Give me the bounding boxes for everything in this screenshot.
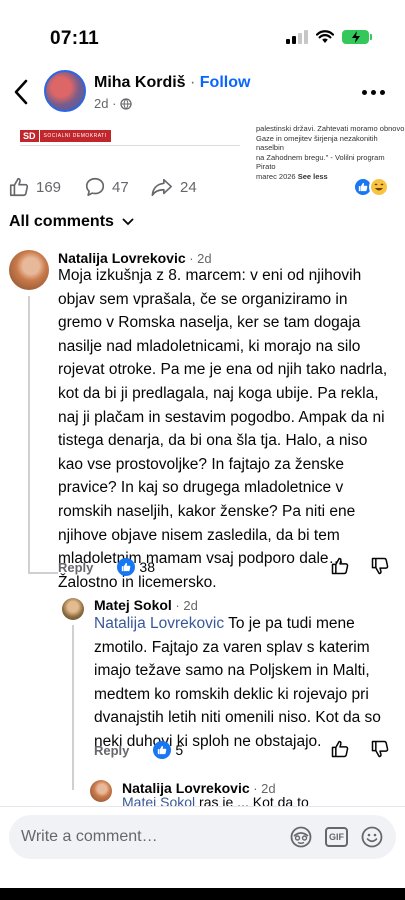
avatar-sticker-icon[interactable] (289, 825, 313, 849)
back-arrow-icon[interactable] (10, 78, 34, 106)
globe-icon (120, 97, 133, 110)
follow-button[interactable]: Follow (200, 74, 251, 91)
laugh-reaction-icon (369, 177, 389, 197)
status-icons (286, 30, 372, 44)
thumbs-up-icon[interactable] (330, 739, 350, 759)
mention-link[interactable]: Matej Sokol (122, 796, 195, 806)
like-count: 169 (36, 178, 62, 196)
thread-line (28, 572, 58, 574)
composer-icons: GIF (289, 825, 384, 849)
comment-like-count: 5 (175, 742, 184, 758)
more-options-icon[interactable] (362, 90, 385, 95)
comment-sort-dropdown[interactable]: All comments (9, 213, 134, 231)
comment-actions: Reply 38 (58, 556, 398, 576)
thread-line (72, 625, 74, 790)
post-text-line: palestinski državi. Zahtevati moramo obn… (256, 124, 405, 133)
like-badge-icon (153, 741, 172, 759)
sd-logo-initials: SD (20, 130, 39, 142)
comment-text: Moja izkušnja z 8. marcem: v eni od njih… (58, 267, 388, 591)
comment-author-name[interactable]: Matej Sokol (94, 597, 172, 613)
wifi-icon (316, 30, 334, 43)
comment-author-name[interactable]: Natalija Lovrekovic (122, 780, 250, 796)
status-time: 07:11 (50, 28, 100, 49)
reply-button[interactable]: Reply (58, 560, 93, 575)
comment-sort-label: All comments (9, 213, 114, 230)
comment-like-count: 38 (139, 559, 155, 575)
author-avatar[interactable] (44, 70, 86, 112)
post-text-line: na Zahodnem bregu." - Volilni program Pi… (256, 152, 385, 172)
share-count: 24 (180, 178, 197, 196)
author-line: Miha Kordiš · Follow (94, 74, 250, 92)
post-age: 2d · (94, 96, 117, 111)
comment-bubble-icon (85, 177, 105, 197)
signal-icon (286, 30, 308, 44)
status-bar: 07:11 (0, 0, 405, 60)
post-text-line: Gaze in omejitev širjenja nezakonitih na… (256, 133, 378, 153)
chevron-down-icon (122, 218, 134, 226)
comment-action[interactable]: 47 (84, 176, 129, 198)
mention-link[interactable]: Natalija Lovrekovic (94, 615, 224, 632)
emoji-icon[interactable] (360, 825, 384, 849)
sd-logo: SD SOCIALNI DEMOKRATI (20, 128, 111, 144)
reply-button[interactable]: Reply (94, 743, 129, 758)
post-meta: 2d · (94, 96, 133, 111)
comment-time: · 2d (171, 598, 198, 613)
author-name[interactable]: Miha Kordiš (94, 74, 186, 91)
comment-author: Natalija Lovrekovic · 2d (122, 780, 276, 796)
thumbs-down-icon[interactable] (370, 556, 390, 576)
battery-icon (342, 30, 372, 44)
like-badge-icon (117, 558, 136, 576)
post-header: Miha Kordiš · Follow 2d · (0, 62, 405, 122)
comment-count: 47 (112, 178, 129, 196)
comment-input[interactable]: Write a comment… GIF (9, 815, 396, 859)
like-action[interactable]: 169 (8, 176, 61, 198)
thumbs-up-icon[interactable] (330, 556, 350, 576)
thread-line (28, 296, 30, 572)
share-action[interactable]: 24 (150, 176, 197, 198)
divider (20, 145, 240, 146)
commenter-avatar[interactable] (62, 598, 84, 620)
reaction-summary[interactable] (353, 177, 391, 197)
commenter-avatar[interactable] (90, 780, 112, 802)
share-arrow-icon (151, 178, 172, 197)
thumbs-down-icon[interactable] (370, 739, 390, 759)
sd-logo-text: SOCIALNI DEMOKRATI (39, 130, 111, 142)
thumbs-up-icon (9, 177, 29, 197)
reaction-bar: 169 47 24 (0, 172, 405, 202)
commenter-avatar[interactable] (9, 250, 49, 290)
comment-author: Matej Sokol · 2d (94, 597, 198, 613)
post-content: SD SOCIALNI DEMOKRATI palestinski državi… (0, 124, 405, 181)
home-indicator-bar (0, 888, 405, 900)
comment-text: Natalija Lovrekovic To je pa tudi mene z… (94, 615, 381, 750)
gif-icon[interactable]: GIF (325, 827, 348, 847)
comment-text: Matej Sokol ras je ... Kot da to (122, 796, 402, 806)
comment-composer: Write a comment… GIF (0, 806, 405, 900)
comment-actions: Reply 5 (94, 739, 398, 759)
comment-time: · 2d (249, 781, 276, 796)
comment-input-placeholder: Write a comment… (21, 828, 158, 845)
author-separator: · (185, 74, 200, 91)
